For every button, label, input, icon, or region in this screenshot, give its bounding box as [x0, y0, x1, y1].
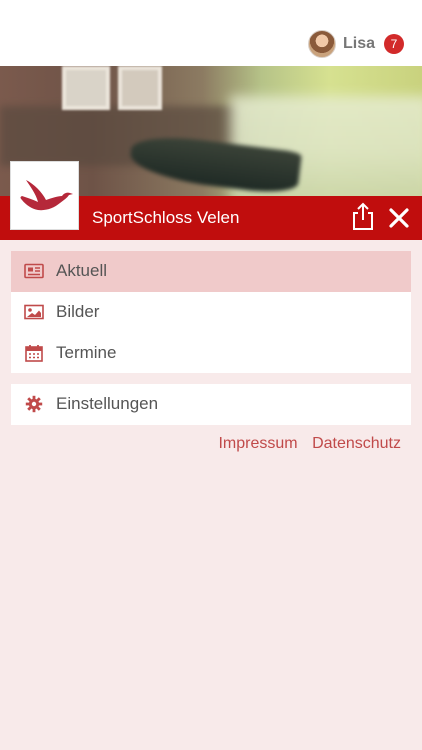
- menu-item-label: Bilder: [56, 301, 100, 321]
- menu-item-label: Einstellungen: [56, 394, 159, 414]
- newspaper-icon: [24, 261, 44, 281]
- settings-menu: Einstellungen: [11, 384, 411, 425]
- close-button[interactable]: [386, 205, 412, 231]
- menu-item-aktuell[interactable]: Aktuell: [11, 251, 411, 292]
- footer-links: Impressum Datenschutz: [0, 435, 422, 453]
- top-bar: Lisa 7: [0, 0, 422, 66]
- goose-logo-icon: [20, 179, 73, 210]
- club-name: SportSchloss Velen: [92, 208, 240, 227]
- menu-item-einstellungen[interactable]: Einstellungen: [11, 384, 411, 425]
- impressum-link[interactable]: Impressum: [218, 435, 297, 452]
- menu-item-label: Termine: [56, 342, 117, 362]
- menu-item-termine[interactable]: Termine: [11, 332, 411, 373]
- share-button[interactable]: [350, 202, 376, 232]
- share-icon: [353, 202, 373, 230]
- gear-icon: [24, 394, 44, 414]
- user-name[interactable]: Lisa: [343, 35, 375, 53]
- menu-item-label: Aktuell: [56, 261, 108, 281]
- menu-item-bilder[interactable]: Bilder: [11, 292, 411, 333]
- user-profile[interactable]: Lisa 7: [307, 29, 404, 59]
- club-logo: [10, 161, 79, 230]
- user-avatar[interactable]: [307, 30, 336, 58]
- calendar-icon: [24, 343, 44, 363]
- datenschutz-link[interactable]: Datenschutz: [312, 435, 401, 452]
- image-icon: [24, 302, 44, 322]
- close-icon: [389, 208, 409, 228]
- notification-badge[interactable]: 7: [384, 34, 404, 54]
- main-menu: Aktuell Bilder Termine: [11, 251, 411, 373]
